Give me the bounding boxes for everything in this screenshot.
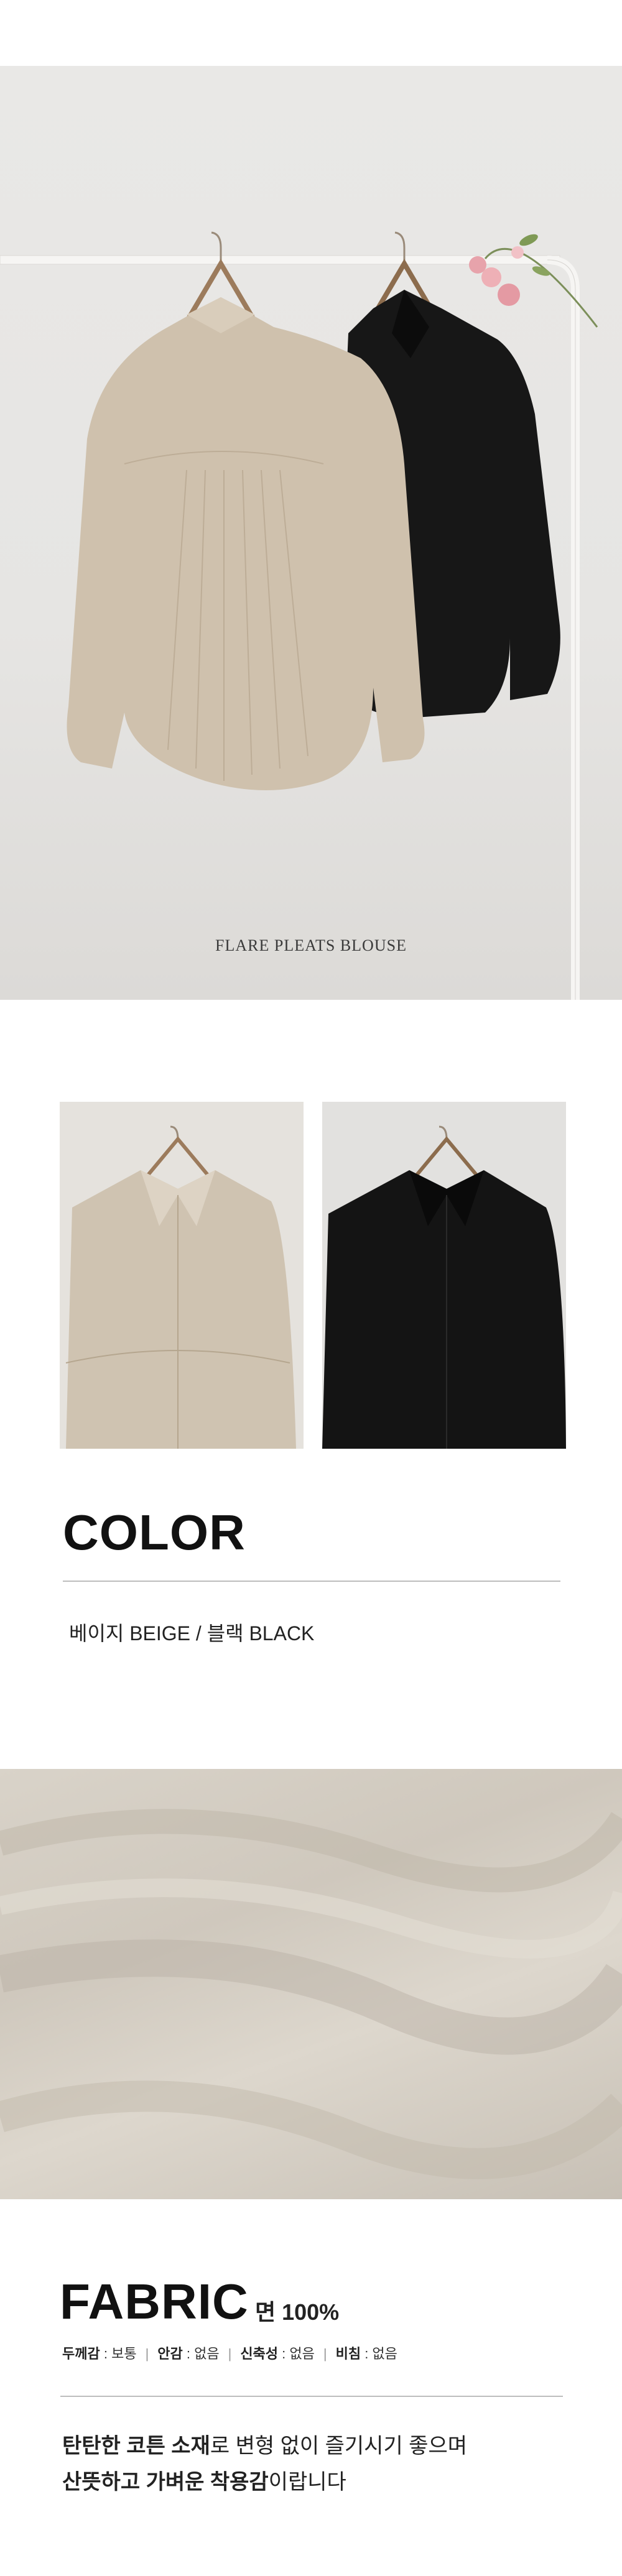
fabric-divider bbox=[60, 2396, 563, 2397]
fabric-spec-list: 두께감 : 보통 | 안감 : 없음 | 신축성 : 없음 | 비침 : 없음 bbox=[62, 2346, 397, 2361]
spec-value-sheerness: 없음 bbox=[372, 2346, 397, 2361]
beige-blouse-closeup bbox=[65, 1125, 296, 1449]
black-blouse-closeup bbox=[322, 1125, 566, 1449]
beige-blouse bbox=[67, 297, 425, 790]
color-heading: COLOR bbox=[63, 1505, 246, 1560]
fabric-composition: 면 100% bbox=[255, 2299, 340, 2325]
spec-value-lining: 없음 bbox=[194, 2346, 220, 2361]
fabric-description-text: 로 변형 없이 즐기시기 좋으며 bbox=[210, 2434, 468, 2458]
spec-separator: | bbox=[228, 2346, 232, 2361]
hanging-blouses-illustration bbox=[0, 231, 598, 1000]
fabric-closeup-photo bbox=[0, 1769, 622, 2199]
spec-key-thickness: 두께감 bbox=[62, 2346, 100, 2361]
fabric-description-highlight: 탄탄한 코튼 소재 bbox=[62, 2434, 210, 2458]
black-blouse-photo bbox=[322, 1102, 566, 1449]
spec-value-stretch: 없음 bbox=[289, 2346, 315, 2361]
hero-product-photo: FLARE PLEATS BLOUSE bbox=[0, 66, 622, 1000]
spec-key-lining: 안감 bbox=[157, 2346, 183, 2361]
color-options-text: 베이지 BEIGE / 블랙 BLACK bbox=[69, 1622, 315, 1645]
fabric-description-highlight: 산뜻하고 가벼운 착용감 bbox=[62, 2470, 269, 2494]
product-name-caption: FLARE PLEATS BLOUSE bbox=[215, 936, 407, 954]
fabric-heading: FABRIC bbox=[60, 2274, 249, 2329]
spec-separator: | bbox=[323, 2346, 327, 2361]
fabric-description-text: 이랍니다 bbox=[268, 2470, 346, 2494]
spec-separator: | bbox=[145, 2346, 149, 2361]
fabric-description: 탄탄한 코튼 소재로 변형 없이 즐기시기 좋으며 산뜻하고 가벼운 착용감이랍… bbox=[62, 2428, 467, 2500]
spec-value-thickness: 보통 bbox=[111, 2346, 137, 2361]
fabric-description-line-1: 탄탄한 코튼 소재로 변형 없이 즐기시기 좋으며 bbox=[62, 2428, 467, 2464]
spec-key-stretch: 신축성 bbox=[240, 2346, 279, 2361]
fabric-texture bbox=[0, 1809, 622, 2179]
color-divider bbox=[63, 1581, 560, 1582]
fabric-description-line-2: 산뜻하고 가벼운 착용감이랍니다 bbox=[62, 2464, 467, 2500]
beige-blouse-photo bbox=[60, 1102, 304, 1449]
spec-key-sheerness: 비침 bbox=[335, 2346, 361, 2361]
